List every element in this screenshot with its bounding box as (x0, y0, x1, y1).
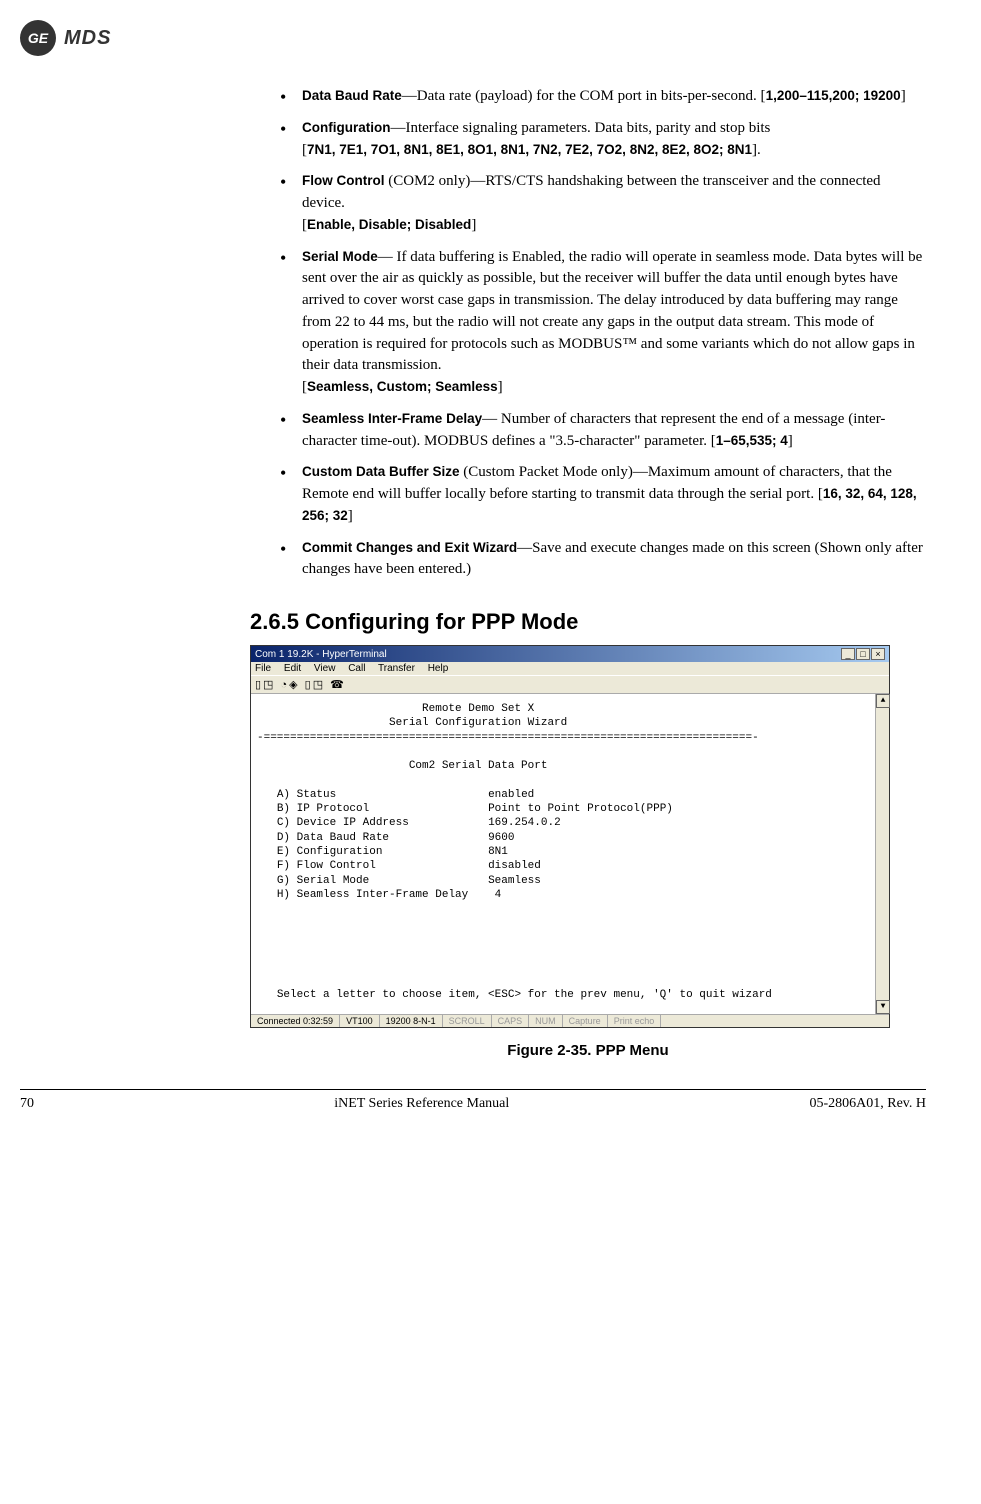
status-scroll: SCROLL (443, 1015, 492, 1027)
window-titlebar: Com 1 19.2K - HyperTerminal _□× (251, 646, 889, 662)
menu-file[interactable]: File (255, 663, 271, 674)
brand-text: MDS (64, 27, 111, 50)
term-label: Seamless Inter-Frame Delay (302, 411, 482, 426)
term-label: Custom Data Buffer Size (302, 464, 460, 479)
menu-edit[interactable]: Edit (284, 663, 301, 674)
item-custom-buffer: Custom Data Buffer Size (Custom Packet M… (280, 462, 926, 527)
menu-view[interactable]: View (314, 663, 336, 674)
menu-transfer[interactable]: Transfer (378, 663, 415, 674)
close-icon[interactable]: × (871, 648, 885, 660)
maximize-icon[interactable]: □ (856, 648, 870, 660)
toolbar-icons[interactable]: ▯◳ ◔◈ ▯◳ ☎ (255, 679, 346, 691)
scroll-down-icon[interactable]: ▼ (876, 1000, 890, 1014)
status-connected: Connected 0:32:59 (251, 1015, 340, 1027)
page-number: 70 (20, 1096, 34, 1112)
window-buttons: _□× (840, 648, 885, 660)
scrollbar[interactable]: ▲▼ (875, 694, 889, 1014)
status-bar: Connected 0:32:59 VT100 19200 8-N-1 SCRO… (251, 1014, 889, 1027)
item-configuration: Configuration—Interface signaling parame… (280, 118, 926, 162)
term-label: Commit Changes and Exit Wizard (302, 540, 517, 555)
term-label: Flow Control (302, 173, 384, 188)
menu-help[interactable]: Help (428, 663, 449, 674)
status-num: NUM (529, 1015, 563, 1027)
figure-caption: Figure 2-35. PPP Menu (250, 1042, 926, 1059)
term-label: Data Baud Rate (302, 88, 402, 103)
item-serial-mode: Serial Mode— If data buffering is Enable… (280, 247, 926, 399)
term-label: Serial Mode (302, 249, 378, 264)
ge-logo-icon: GE (20, 20, 56, 56)
item-seamless-delay: Seamless Inter-Frame Delay— Number of ch… (280, 409, 926, 453)
scroll-up-icon[interactable]: ▲ (876, 694, 890, 708)
item-data-baud-rate: Data Baud Rate—Data rate (payload) for t… (280, 86, 926, 108)
term-label: Configuration (302, 120, 390, 135)
status-capture: Capture (563, 1015, 608, 1027)
minimize-icon[interactable]: _ (841, 648, 855, 660)
menubar: File Edit View Call Transfer Help (251, 662, 889, 675)
doc-revision: 05-2806A01, Rev. H (809, 1096, 926, 1112)
body-content: Data Baud Rate—Data rate (payload) for t… (280, 86, 926, 581)
status-caps: CAPS (492, 1015, 530, 1027)
status-emulation: VT100 (340, 1015, 380, 1027)
window-title: Com 1 19.2K - HyperTerminal (255, 649, 387, 660)
item-flow-control: Flow Control (COM2 only)—RTS/CTS handsha… (280, 171, 926, 236)
section-heading: 2.6.5 Configuring for PPP Mode (250, 609, 926, 635)
terminal-output: ▲▼ Remote Demo Set X Serial Configuratio… (251, 694, 889, 1014)
hyperterminal-screenshot: Com 1 19.2K - HyperTerminal _□× File Edi… (250, 645, 890, 1028)
page-footer: 70 iNET Series Reference Manual 05-2806A… (20, 1089, 926, 1112)
menu-call[interactable]: Call (348, 663, 365, 674)
doc-title: iNET Series Reference Manual (334, 1096, 509, 1112)
page-header: GE MDS (20, 20, 926, 56)
toolbar: ▯◳ ◔◈ ▯◳ ☎ (251, 675, 889, 694)
status-settings: 19200 8-N-1 (380, 1015, 443, 1027)
status-printecho: Print echo (608, 1015, 662, 1027)
item-commit-changes: Commit Changes and Exit Wizard—Save and … (280, 538, 926, 582)
